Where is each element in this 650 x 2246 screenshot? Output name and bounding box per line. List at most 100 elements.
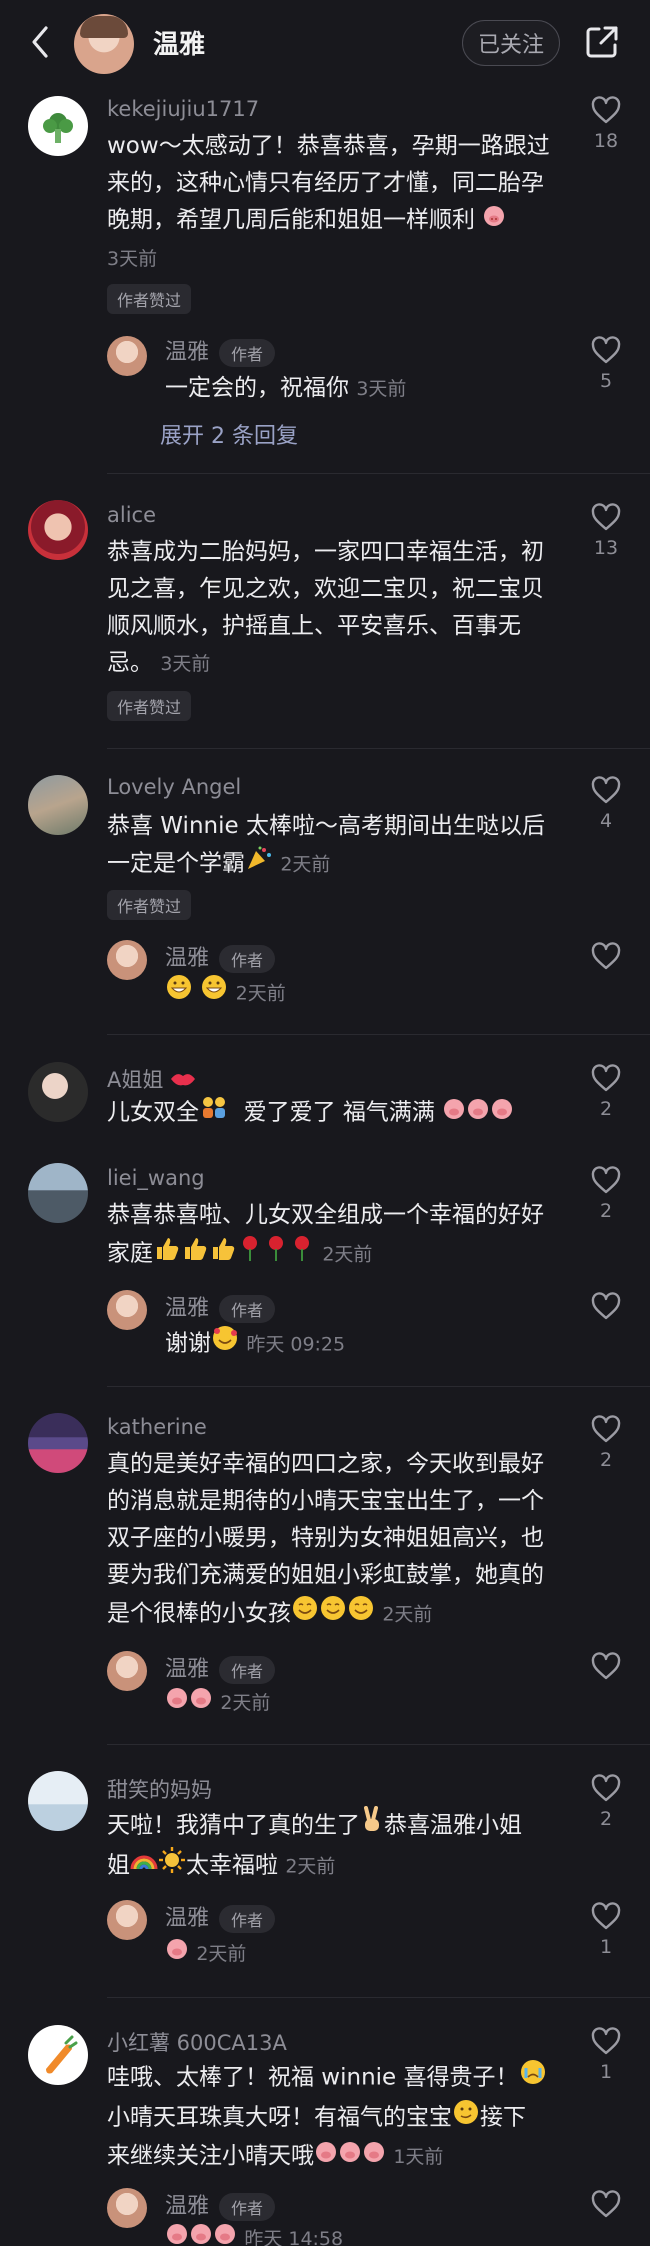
author-avatar[interactable] (74, 14, 134, 74)
comment-text: 真的是美好幸福的四口之家，今天收到最好 的消息就是期待的小晴天宝宝出生了，一个 … (107, 1446, 577, 1634)
author-tag: 作者 (219, 945, 276, 973)
reply-avatar[interactable] (107, 1900, 147, 1940)
comment-text: 天啦！我猜中了真的生了 恭喜温雅小姐 姐太幸福啦 2天前 (107, 1806, 577, 1886)
heart-icon (591, 2027, 621, 2055)
reply-username: 温雅 作者 (165, 1900, 276, 1933)
reply-username: 温雅 作者 (165, 334, 276, 367)
user-avatar[interactable] (28, 500, 88, 560)
like-button[interactable]: 2 (588, 1166, 624, 1222)
family-emoji-icon (199, 1094, 229, 1132)
reply-like-button[interactable]: 5 (588, 336, 624, 392)
reply-avatar[interactable] (107, 2188, 147, 2228)
comment-username[interactable]: liei_wang (107, 1166, 205, 1190)
pig-emoji-icon (482, 202, 506, 239)
heart-icon (591, 336, 621, 364)
reply-like-button[interactable]: 1 (588, 1902, 624, 1958)
author-tag: 作者 (219, 2193, 276, 2221)
reply-username: 温雅 作者 (165, 940, 276, 973)
divider (107, 1034, 650, 1035)
author-liked-badge: 作者赞过 (107, 284, 192, 314)
comment-username[interactable]: alice (107, 503, 156, 527)
follow-button[interactable]: 已关注 (462, 20, 560, 66)
reply-text: 谢谢 昨天 09:25 (165, 1324, 345, 1364)
smile-emoji-icon (291, 1594, 319, 1634)
divider (107, 473, 650, 474)
heart-icon (591, 1774, 621, 1802)
like-button[interactable]: 2 (588, 1774, 624, 1830)
divider (107, 748, 650, 749)
like-button[interactable]: 18 (588, 96, 624, 152)
user-avatar[interactable] (28, 96, 88, 156)
pig-emoji-icon (362, 2138, 386, 2175)
reply-like-button[interactable] (588, 942, 624, 970)
heart-icon (591, 2190, 621, 2218)
pig-emoji-icon (490, 1095, 514, 1132)
user-avatar[interactable] (28, 1163, 88, 1223)
comment-username[interactable]: 甜笑的妈妈 (107, 1774, 212, 1804)
comment-username[interactable]: 小红薯 600CA13A (107, 2027, 287, 2057)
like-count: 18 (593, 130, 619, 152)
reply-avatar[interactable] (107, 336, 147, 376)
comment-username[interactable]: kekejiujiu1717 (107, 97, 259, 121)
author-name[interactable]: 温雅 (153, 24, 205, 61)
comment-username[interactable]: Lovely Angel (107, 775, 241, 799)
reply-like-button[interactable] (588, 1652, 624, 1680)
user-avatar[interactable] (28, 2025, 88, 2085)
divider (107, 1997, 650, 1998)
smiling-hearts-emoji-icon (211, 1324, 239, 1364)
comment-text: 儿女双全 爱了爱了 福气满满 (107, 1094, 577, 1132)
heart-icon (591, 1652, 621, 1680)
heart-icon (591, 1166, 621, 1194)
heart-icon (591, 1415, 621, 1443)
author-liked-badge: 作者赞过 (107, 691, 192, 721)
user-avatar[interactable] (28, 1413, 88, 1473)
reply-avatar[interactable] (107, 940, 147, 980)
comment-username[interactable]: katherine (107, 1415, 207, 1439)
rose-emoji-icon (289, 1234, 315, 1274)
thumbs-up-emoji-icon (181, 1235, 209, 1273)
grin-emoji-icon (165, 973, 193, 1013)
share-icon[interactable] (584, 24, 620, 60)
author-tag: 作者 (219, 1295, 276, 1323)
lips-emoji-icon (170, 1069, 196, 1093)
back-arrow-icon[interactable] (26, 24, 56, 60)
like-button[interactable]: 1 (588, 2027, 624, 2083)
like-button[interactable]: 2 (588, 1064, 624, 1120)
heart-icon (591, 1902, 621, 1930)
user-avatar[interactable] (28, 775, 88, 835)
reply-username: 温雅 作者 (165, 2188, 276, 2221)
grin-emoji-icon (200, 973, 228, 1013)
reply-avatar[interactable] (107, 1290, 147, 1330)
reply-text: 昨天 14:58 (165, 2220, 343, 2246)
like-button[interactable]: 4 (588, 776, 624, 832)
comment-text: 恭喜恭喜啦、儿女双全组成一个幸福的好好 家庭 2天前 (107, 1197, 577, 1274)
like-button[interactable]: 2 (588, 1415, 624, 1471)
like-button[interactable]: 13 (588, 503, 624, 559)
pig-emoji-icon (466, 1095, 490, 1132)
divider (107, 1386, 650, 1387)
party-popper-emoji-icon (245, 845, 273, 883)
comment-time: 3天前 (107, 248, 158, 270)
heart-icon (591, 96, 621, 124)
pig-emoji-icon (165, 1935, 189, 1972)
reply-avatar[interactable] (107, 1651, 147, 1691)
pig-emoji-icon (165, 2220, 189, 2246)
user-avatar[interactable] (28, 1771, 88, 1831)
pig-emoji-icon (189, 2220, 213, 2246)
user-avatar[interactable] (28, 1062, 88, 1122)
author-tag: 作者 (219, 339, 276, 367)
crying-emoji-icon (519, 2058, 547, 2098)
smile-emoji-icon (347, 1594, 375, 1634)
reply-like-button[interactable] (588, 2190, 624, 2218)
comment-username: A姐姐 (107, 1064, 196, 1094)
expand-replies-link[interactable]: 展开 2 条回复 (160, 418, 298, 450)
heart-icon (591, 503, 621, 531)
rainbow-emoji-icon (130, 1848, 158, 1885)
reply-username: 温雅 作者 (165, 1651, 276, 1684)
reply-like-button[interactable] (588, 1292, 624, 1320)
comment-text: wow～太感动了！恭喜恭喜，孕期一路跟过 来的，这种心情只有经历了才懂，同二胎孕… (107, 128, 567, 239)
reply-text: 2天前 (165, 973, 286, 1013)
comment-text: 恭喜成为二胎妈妈，一家四口幸福生活，初 见之喜，乍见之欢，欢迎二宝贝，祝二宝贝 … (107, 539, 544, 676)
reply-username: 温雅 作者 (165, 1290, 276, 1323)
smile-emoji-icon (319, 1594, 347, 1634)
